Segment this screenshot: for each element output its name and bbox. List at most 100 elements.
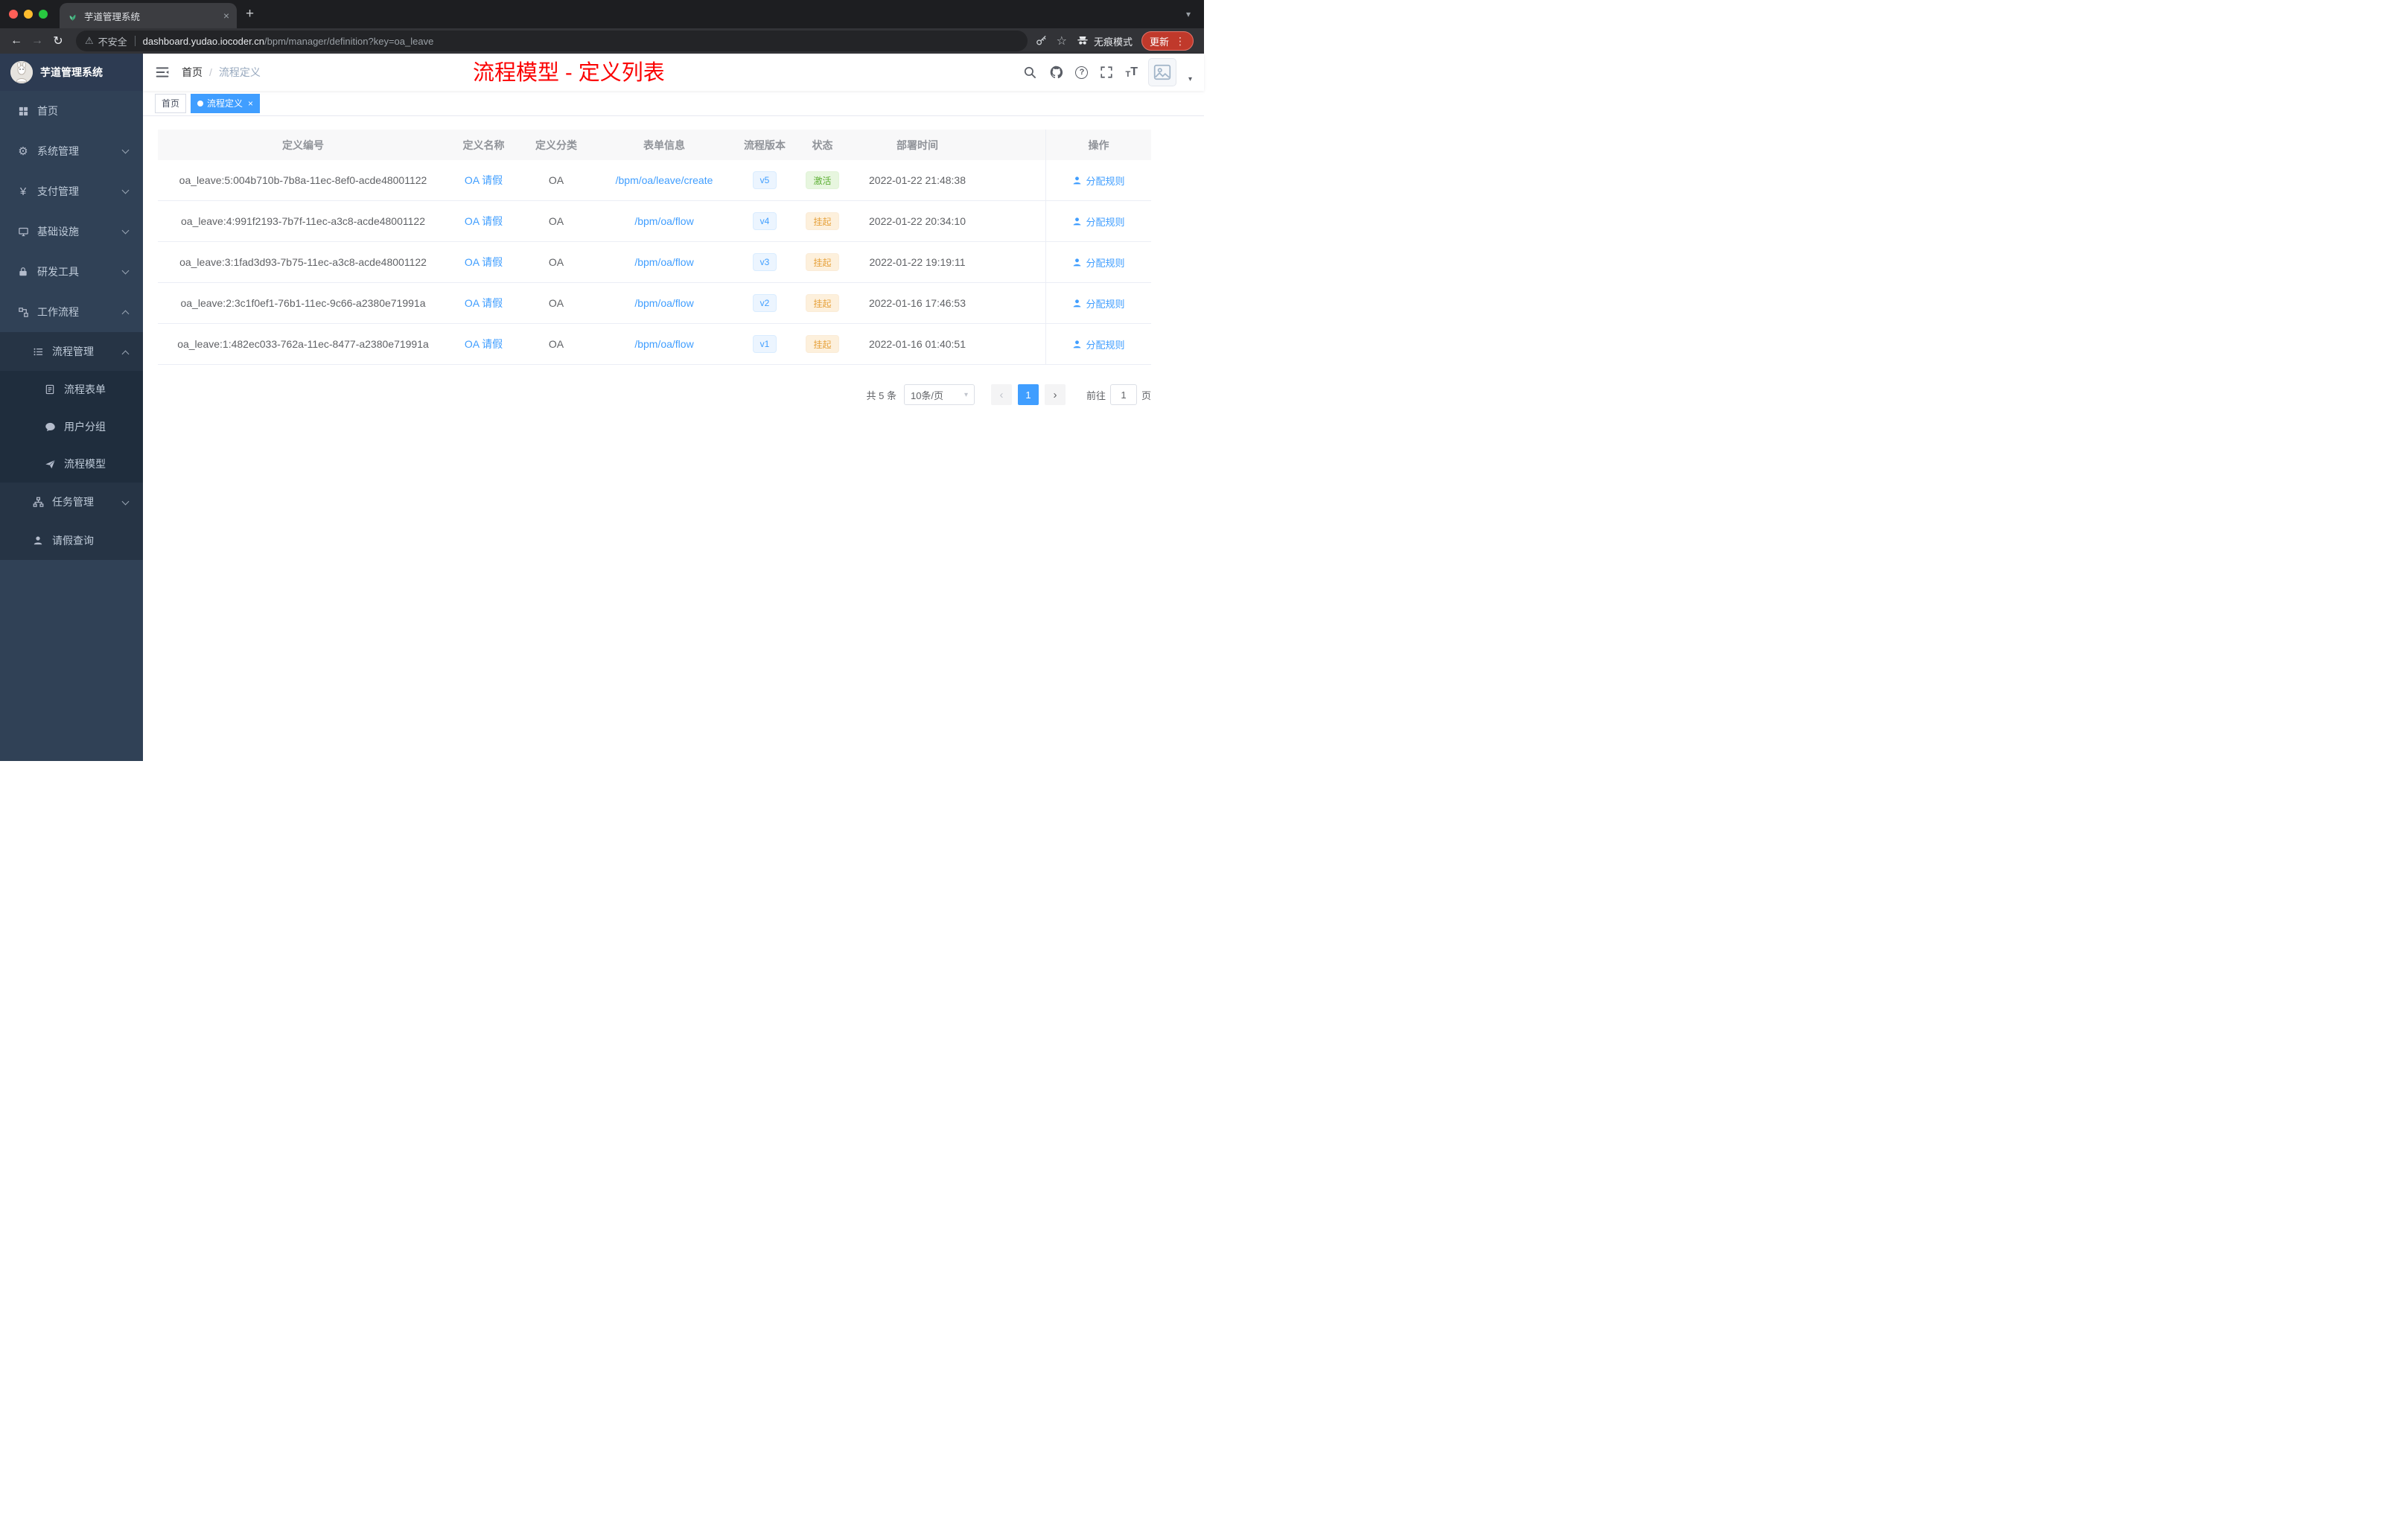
- top-navbar: 首页 / 流程定义 流程模型 - 定义列表 ? TT ▾: [143, 54, 1204, 91]
- tag-process-definition[interactable]: 流程定义 ×: [191, 93, 261, 113]
- definition-id: oa_leave:3:1fad3d93-7b75-11ec-a3c8-acde4…: [179, 256, 427, 268]
- deploy-time: 2022-01-22 19:19:11: [869, 256, 966, 268]
- goto-label: 前往: [1086, 389, 1106, 401]
- version-badge: v2: [752, 294, 777, 312]
- table-row: oa_leave:3:1fad3d93-7b75-11ec-a3c8-acde4…: [158, 242, 1151, 283]
- definition-name-link[interactable]: OA 请假: [465, 296, 503, 311]
- fullscreen-icon[interactable]: [1098, 64, 1115, 80]
- user-avatar[interactable]: [1147, 58, 1176, 86]
- assign-rule-link[interactable]: 分配规则: [1072, 255, 1125, 270]
- back-button[interactable]: ←: [6, 31, 27, 51]
- sidebar-item-payment-management[interactable]: ¥ 支付管理: [0, 171, 143, 211]
- sidebar-item-infrastructure[interactable]: 基础设施: [0, 211, 143, 252]
- search-icon[interactable]: [1022, 64, 1038, 80]
- sidebar-item-workflow[interactable]: 工作流程: [0, 292, 143, 332]
- status-badge: 挂起: [806, 335, 839, 353]
- column-header: 状态: [812, 138, 833, 151]
- sidebar-logo[interactable]: 芋道管理系统: [0, 54, 143, 91]
- sidebar-item-label: 基础设施: [37, 226, 79, 238]
- pager: ‹ 1 ›: [990, 384, 1066, 405]
- form-link[interactable]: /bpm/oa/flow: [634, 215, 693, 227]
- form-link[interactable]: /bpm/oa/flow: [634, 256, 693, 268]
- form-link[interactable]: /bpm/oa/flow: [634, 297, 693, 309]
- sidebar-item-dev-tools[interactable]: 研发工具: [0, 252, 143, 292]
- breadcrumb-current: 流程定义: [218, 66, 261, 78]
- bookmark-star-icon[interactable]: ☆: [1057, 34, 1067, 48]
- definition-name-link[interactable]: OA 请假: [465, 255, 503, 270]
- definition-id: oa_leave:2:3c1f0ef1-76b1-11ec-9c66-a2380…: [180, 297, 426, 309]
- table-row: oa_leave:1:482ec033-762a-11ec-8477-a2380…: [158, 324, 1151, 365]
- deploy-time: 2022-01-22 20:34:10: [869, 215, 966, 227]
- tag-close-icon[interactable]: ×: [248, 98, 253, 109]
- tab-search-chevron-icon[interactable]: ▾: [1186, 9, 1191, 19]
- table-row: oa_leave:5:004b710b-7b8a-11ec-8ef0-acde4…: [158, 160, 1151, 201]
- paper-plane-icon: [43, 459, 57, 470]
- minimize-window-button[interactable]: [24, 10, 33, 19]
- main-area: 首页 / 流程定义 流程模型 - 定义列表 ? TT ▾ 首页 流程定义 × 定…: [143, 54, 1204, 761]
- sidebar-item-user-group[interactable]: 用户分组: [0, 408, 143, 445]
- column-header: 定义编号: [282, 138, 324, 151]
- status-badge: 挂起: [806, 294, 839, 312]
- forward-button[interactable]: →: [27, 31, 48, 51]
- browser-menu-kebab-icon[interactable]: ⋮: [1175, 35, 1185, 48]
- new-tab-button[interactable]: +: [246, 6, 254, 22]
- sidebar-item-task-management[interactable]: 任务管理: [0, 483, 143, 521]
- browser-tab[interactable]: 芋道管理系统 ×: [60, 3, 237, 28]
- security-label[interactable]: 不安全: [98, 34, 127, 48]
- close-window-button[interactable]: [9, 10, 18, 19]
- page-unit-label: 页: [1141, 389, 1151, 401]
- tag-label: 首页: [162, 98, 180, 109]
- table-header-row: 定义编号 定义名称 定义分类 表单信息 流程版本 状态 部署时间 操作: [158, 130, 1151, 160]
- assign-rule-link[interactable]: 分配规则: [1072, 214, 1125, 229]
- tag-home[interactable]: 首页: [155, 93, 187, 113]
- help-icon[interactable]: ?: [1075, 66, 1089, 79]
- omnibox-divider: [134, 36, 136, 46]
- definition-id: oa_leave:4:991f2193-7b7f-11ec-a3c8-acde4…: [181, 215, 425, 227]
- password-key-icon[interactable]: [1035, 35, 1048, 48]
- active-tag-dot: [197, 100, 204, 106]
- definition-name-link[interactable]: OA 请假: [465, 214, 503, 229]
- definition-name-link[interactable]: OA 请假: [465, 173, 503, 188]
- sidebar-item-system-management[interactable]: ⚙ 系统管理: [0, 131, 143, 171]
- sidebar-item-leave-query[interactable]: 请假查询: [0, 521, 143, 560]
- breadcrumb-home[interactable]: 首页: [182, 65, 203, 80]
- definition-name-link[interactable]: OA 请假: [465, 337, 503, 351]
- tree-icon: [31, 497, 45, 508]
- browser-update-button[interactable]: 更新 ⋮: [1141, 31, 1194, 51]
- goto-page-input[interactable]: [1109, 384, 1137, 405]
- window-controls: [9, 10, 48, 19]
- column-header: 流程版本: [744, 138, 786, 151]
- sidebar-item-process-management[interactable]: 流程管理: [0, 332, 143, 371]
- form-link[interactable]: /bpm/oa/leave/create: [616, 174, 713, 186]
- assign-rule-link[interactable]: 分配规则: [1072, 173, 1125, 188]
- prev-page-button[interactable]: ‹: [990, 384, 1012, 405]
- sidebar-item-home[interactable]: 首页: [0, 91, 143, 131]
- sidebar-item-process-model[interactable]: 流程模型: [0, 445, 143, 483]
- version-badge: v1: [752, 335, 777, 353]
- definition-id: oa_leave:1:482ec033-762a-11ec-8477-a2380…: [177, 338, 429, 350]
- sidebar-item-label: 流程管理: [52, 346, 94, 357]
- definition-table: 定义编号 定义名称 定义分类 表单信息 流程版本 状态 部署时间 操作 oa_l…: [158, 130, 1151, 365]
- maximize-window-button[interactable]: [39, 10, 48, 19]
- sidebar-item-process-form[interactable]: 流程表单: [0, 371, 143, 408]
- sidebar-item-label: 请假查询: [52, 535, 94, 547]
- font-size-icon[interactable]: TT: [1125, 66, 1138, 79]
- definition-id: oa_leave:5:004b710b-7b8a-11ec-8ef0-acde4…: [179, 174, 427, 186]
- page-1-button[interactable]: 1: [1017, 384, 1039, 405]
- version-badge: v5: [752, 171, 777, 189]
- address-bar[interactable]: ⚠ 不安全 dashboard.yudao.iocoder.cn /bpm/ma…: [76, 31, 1028, 51]
- assign-rule-link[interactable]: 分配规则: [1072, 337, 1125, 351]
- tab-favicon-icon: [67, 10, 78, 22]
- tab-close-icon[interactable]: ×: [223, 10, 229, 21]
- form-link[interactable]: /bpm/oa/flow: [634, 338, 693, 350]
- reload-button[interactable]: ↻: [48, 31, 69, 51]
- page-size-select[interactable]: 10条/页 ▾: [903, 384, 975, 405]
- avatar-caret-down-icon[interactable]: ▾: [1188, 75, 1192, 86]
- next-page-button[interactable]: ›: [1044, 384, 1066, 405]
- app-title: 芋道管理系统: [40, 66, 103, 78]
- sidebar-collapse-hamburger-icon[interactable]: [155, 65, 170, 80]
- assign-rule-link[interactable]: 分配规则: [1072, 296, 1125, 311]
- status-badge: 挂起: [806, 212, 839, 230]
- github-icon[interactable]: [1048, 64, 1065, 80]
- dashboard-icon: [16, 106, 30, 117]
